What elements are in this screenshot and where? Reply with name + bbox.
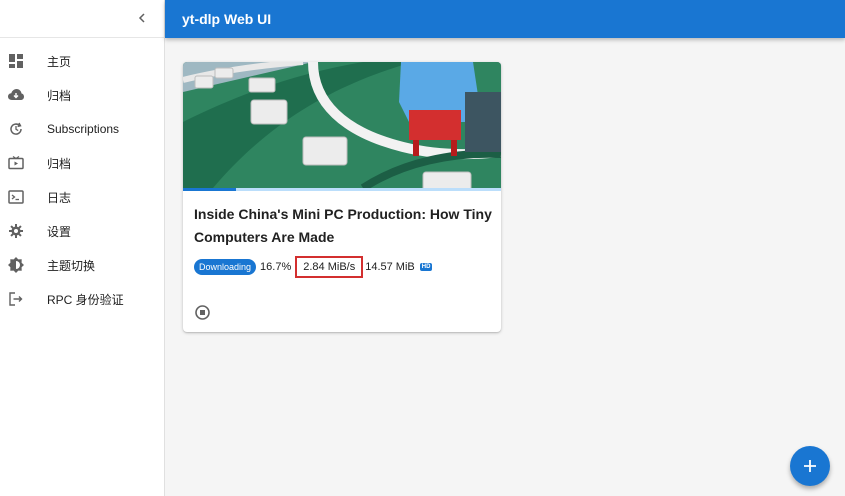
video-title: Inside China's Mini PC Production: How T… xyxy=(194,206,492,245)
download-speed: 2.84 MiB/s xyxy=(295,256,364,278)
sidebar-item-label: 主题切换 xyxy=(47,258,96,273)
sidebar-item-subscriptions[interactable]: Subscriptions xyxy=(0,112,164,146)
update-icon xyxy=(8,121,24,137)
stop-circle-icon xyxy=(195,305,210,320)
sidebar-item-theme[interactable]: 主题切换 xyxy=(0,248,164,282)
status-badge: Downloading xyxy=(194,259,257,275)
download-card: Inside China's Mini PC Production: How T… xyxy=(183,62,501,332)
file-size: 14.57 MiB xyxy=(365,261,415,273)
live-tv-icon xyxy=(8,155,24,171)
app-bar: yt-dlp Web UI xyxy=(165,0,845,38)
download-progress-fill xyxy=(183,188,237,191)
sidebar-nav: 主页 归档 Subscriptions 归档 日志 设置 主题切换 RPC 身份… xyxy=(0,38,164,316)
sidebar-item-label: 设置 xyxy=(47,224,72,239)
hd-icon: HD xyxy=(419,263,433,271)
logout-icon xyxy=(8,291,24,307)
plus-icon xyxy=(804,460,816,472)
cloud-download-icon xyxy=(8,87,24,103)
sidebar-item-label: RPC 身份验证 xyxy=(47,292,124,307)
add-download-button[interactable] xyxy=(790,446,830,486)
sidebar-item-label: Subscriptions xyxy=(47,122,120,136)
sidebar: 主页 归档 Subscriptions 归档 日志 设置 主题切换 RPC 身份… xyxy=(0,0,165,496)
app: 主页 归档 Subscriptions 归档 日志 设置 主题切换 RPC 身份… xyxy=(0,0,845,496)
sidebar-item-label: 归档 xyxy=(47,156,72,171)
collapse-sidebar-button[interactable] xyxy=(132,8,152,28)
download-meta: Downloading 16.7% 2.84 MiB/s 14.57 MiB H… xyxy=(194,256,433,278)
sidebar-item-live[interactable]: 归档 xyxy=(0,146,164,180)
sidebar-item-home[interactable]: 主页 xyxy=(0,44,164,78)
progress-percent: 16.7% xyxy=(260,261,292,273)
sidebar-item-rpc-auth[interactable]: RPC 身份验证 xyxy=(0,282,164,316)
sidebar-item-label: 日志 xyxy=(47,190,72,205)
gear-icon xyxy=(8,223,24,239)
sidebar-item-archive[interactable]: 归档 xyxy=(0,78,164,112)
sidebar-header xyxy=(0,0,164,38)
brightness-icon xyxy=(8,257,24,273)
app-title: yt-dlp Web UI xyxy=(182,11,272,27)
video-thumbnail[interactable] xyxy=(183,62,501,188)
sidebar-item-logs[interactable]: 日志 xyxy=(0,180,164,214)
stop-download-button[interactable] xyxy=(195,305,210,320)
download-progress-bar xyxy=(183,188,501,191)
sidebar-item-label: 归档 xyxy=(47,88,72,103)
terminal-icon xyxy=(8,189,24,205)
sidebar-item-label: 主页 xyxy=(47,54,72,69)
chevron-left-icon xyxy=(138,13,145,23)
dashboard-icon xyxy=(8,53,24,69)
sidebar-item-settings[interactable]: 设置 xyxy=(0,214,164,248)
